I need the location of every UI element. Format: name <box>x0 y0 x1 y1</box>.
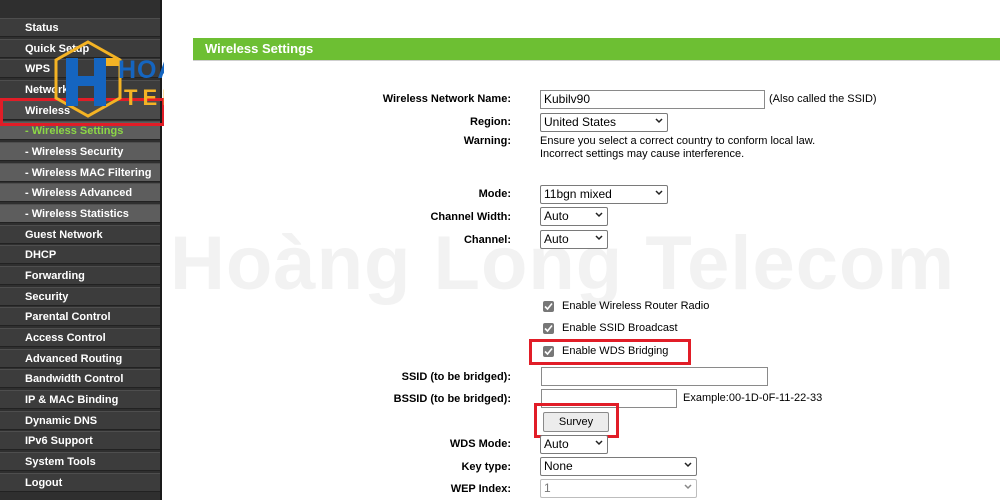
warning-label: Warning: <box>463 135 511 147</box>
chevron-down-icon <box>595 235 603 241</box>
wep-index-select[interactable]: 1 <box>540 479 697 498</box>
survey-highlight-box <box>534 403 619 438</box>
ssid-bridged-input[interactable] <box>541 367 768 386</box>
main-content: Hoàng Long Telecom Wireless Settings Wir… <box>164 0 1000 500</box>
sidebar-item-forwarding[interactable]: Forwarding <box>0 266 160 285</box>
key-type-label: Key type: <box>461 461 511 473</box>
sidebar-item-guest-network[interactable]: Guest Network <box>0 225 160 244</box>
sidebar-item-quick-setup[interactable]: Quick Setup <box>0 39 160 58</box>
network-name-input[interactable]: Kubilv90 <box>540 90 765 109</box>
sidebar-item-system-tools[interactable]: System Tools <box>0 452 160 471</box>
page-title: Wireless Settings <box>193 38 1000 60</box>
mode-select-value: 11bgn mixed <box>544 187 612 201</box>
sidebar-item-wireless-statistics[interactable]: - Wireless Statistics <box>0 204 160 223</box>
region-select-value: United States <box>544 115 617 129</box>
header-divider <box>193 60 1000 61</box>
sidebar-item-wps[interactable]: WPS <box>0 59 160 78</box>
sidebar-item-wireless-advanced[interactable]: - Wireless Advanced <box>0 183 160 202</box>
key-type-select[interactable]: None <box>540 457 697 476</box>
checkmark-icon <box>544 302 553 311</box>
wds-mode-select[interactable]: Auto <box>540 435 608 454</box>
chevron-down-icon <box>595 440 603 446</box>
enable-ssid-broadcast-checkbox[interactable] <box>543 323 554 334</box>
sidebar-menu: Status Quick Setup WPS Network Wireless … <box>0 0 162 500</box>
sidebar-item-access-control[interactable]: Access Control <box>0 328 160 347</box>
wireless-highlight-box <box>0 98 165 126</box>
chevron-down-icon <box>684 484 692 490</box>
enable-ssid-broadcast-label: Enable SSID Broadcast <box>562 322 678 334</box>
chevron-down-icon <box>684 462 692 468</box>
sidebar-item-wireless-security[interactable]: - Wireless Security <box>0 142 160 161</box>
wep-index-label: WEP Index: <box>450 483 511 495</box>
channel-width-label: Channel Width: <box>430 211 511 223</box>
region-select[interactable]: United States <box>540 113 668 132</box>
channel-label: Channel: <box>463 234 511 246</box>
bssid-bridged-label: BSSID (to be bridged): <box>393 393 511 405</box>
mode-label: Mode: <box>478 188 511 200</box>
sidebar-item-network[interactable]: Network <box>0 80 160 99</box>
mode-select[interactable]: 11bgn mixed <box>540 185 668 204</box>
enable-radio-label: Enable Wireless Router Radio <box>562 300 710 312</box>
sidebar-item-bandwidth-control[interactable]: Bandwidth Control <box>0 369 160 388</box>
wep-index-select-value: 1 <box>544 481 551 495</box>
chevron-down-icon <box>595 212 603 218</box>
channel-select[interactable]: Auto <box>540 230 608 249</box>
wds-mode-label: WDS Mode: <box>449 438 511 450</box>
network-name-label: Wireless Network Name: <box>382 93 511 105</box>
warning-text-line2: Incorrect settings may cause interferenc… <box>540 148 745 160</box>
sidebar-item-security[interactable]: Security <box>0 287 160 306</box>
sidebar-item-parental-control[interactable]: Parental Control <box>0 307 160 326</box>
warning-text-line1: Ensure you select a correct country to c… <box>540 135 816 147</box>
region-label: Region: <box>470 116 511 128</box>
wds-highlight-box <box>529 339 691 365</box>
key-type-select-value: None <box>544 459 573 473</box>
sidebar-item-logout[interactable]: Logout <box>0 473 160 492</box>
chevron-down-icon <box>655 118 663 124</box>
channel-width-select-value: Auto <box>544 209 569 223</box>
network-name-hint: (Also called the SSID) <box>769 93 877 105</box>
sidebar-item-ip-mac-binding[interactable]: IP & MAC Binding <box>0 390 160 409</box>
sidebar-item-dynamic-dns[interactable]: Dynamic DNS <box>0 411 160 430</box>
channel-width-select[interactable]: Auto <box>540 207 608 226</box>
chevron-down-icon <box>655 190 663 196</box>
wds-mode-select-value: Auto <box>544 437 569 451</box>
ssid-bridged-label: SSID (to be bridged): <box>401 371 511 383</box>
checkmark-icon <box>544 324 553 333</box>
channel-select-value: Auto <box>544 232 569 246</box>
sidebar-item-status[interactable]: Status <box>0 18 160 37</box>
bssid-example-text: Example:00-1D-0F-11-22-33 <box>683 392 823 404</box>
sidebar-item-ipv6-support[interactable]: IPv6 Support <box>0 431 160 450</box>
enable-radio-checkbox[interactable] <box>543 301 554 312</box>
sidebar-item-advanced-routing[interactable]: Advanced Routing <box>0 349 160 368</box>
sidebar-item-dhcp[interactable]: DHCP <box>0 245 160 264</box>
sidebar-item-wireless-mac-filtering[interactable]: - Wireless MAC Filtering <box>0 163 160 182</box>
